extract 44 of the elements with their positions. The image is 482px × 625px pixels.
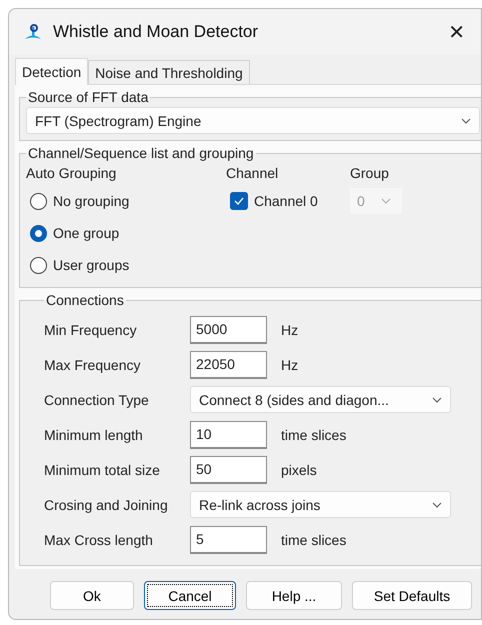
field-label: Max Cross length bbox=[44, 532, 154, 548]
input-field[interactable]: 22050 bbox=[190, 350, 267, 378]
tab[interactable]: Noise and Thresholding bbox=[88, 60, 250, 84]
app-icon bbox=[23, 22, 43, 42]
unit-label: Hz bbox=[281, 322, 298, 338]
radio-option[interactable]: User groups bbox=[26, 249, 226, 281]
input-field[interactable]: 5 bbox=[190, 526, 267, 554]
input-field[interactable]: 5000 bbox=[190, 316, 267, 344]
column-label: Group bbox=[350, 164, 390, 183]
input-field[interactable]: 10 bbox=[190, 420, 267, 448]
group-legend: Connections bbox=[44, 292, 126, 308]
unit-label: pixels bbox=[281, 462, 317, 478]
radio-option[interactable]: No grouping bbox=[26, 185, 226, 217]
input-field[interactable]: 50 bbox=[190, 456, 267, 484]
dialog-button[interactable]: Set Defaults bbox=[352, 581, 472, 610]
unit-label: time slices bbox=[281, 532, 346, 548]
channel-checkbox[interactable]: Channel 0 bbox=[226, 185, 350, 217]
checkmark-icon bbox=[234, 197, 244, 205]
unit-label: Hz bbox=[281, 356, 298, 372]
field-label: Minimum total size bbox=[44, 462, 161, 478]
group-legend: Source of FFT data bbox=[26, 89, 150, 105]
dropdown[interactable]: Connect 8 (sides and diagon... bbox=[190, 386, 451, 413]
chevron-icon bbox=[432, 502, 442, 508]
column-label: Channel bbox=[226, 164, 280, 183]
group-legend: Channel/Sequence list and grouping bbox=[26, 145, 256, 161]
dialog-button[interactable]: Cancel bbox=[144, 581, 236, 610]
radio-option[interactable]: One group bbox=[26, 217, 226, 249]
field-label: Max Frequency bbox=[44, 356, 142, 372]
close-button[interactable]: ✕ bbox=[444, 20, 469, 44]
field-label: Crosing and Joining bbox=[44, 496, 169, 512]
chevron-icon bbox=[461, 118, 471, 124]
field-label: Min Frequency bbox=[44, 322, 138, 338]
column-label: Auto Grouping bbox=[26, 164, 118, 183]
chevron-icon bbox=[380, 198, 391, 204]
dialog-button[interactable]: Ok bbox=[50, 581, 134, 610]
field-label: Connection Type bbox=[44, 392, 150, 408]
tab[interactable]: Detection bbox=[15, 58, 88, 85]
unit-label: time slices bbox=[281, 426, 346, 442]
dropdown[interactable]: Re-link across joins bbox=[190, 491, 451, 518]
dialog-button[interactable]: Help ... bbox=[246, 581, 342, 610]
source-dropdown[interactable]: FFT (Spectrogram) Engine bbox=[26, 107, 480, 134]
window-title: Whistle and Moan Detector bbox=[53, 22, 260, 42]
chevron-icon bbox=[432, 396, 442, 402]
field-label: Minimum length bbox=[44, 426, 144, 442]
